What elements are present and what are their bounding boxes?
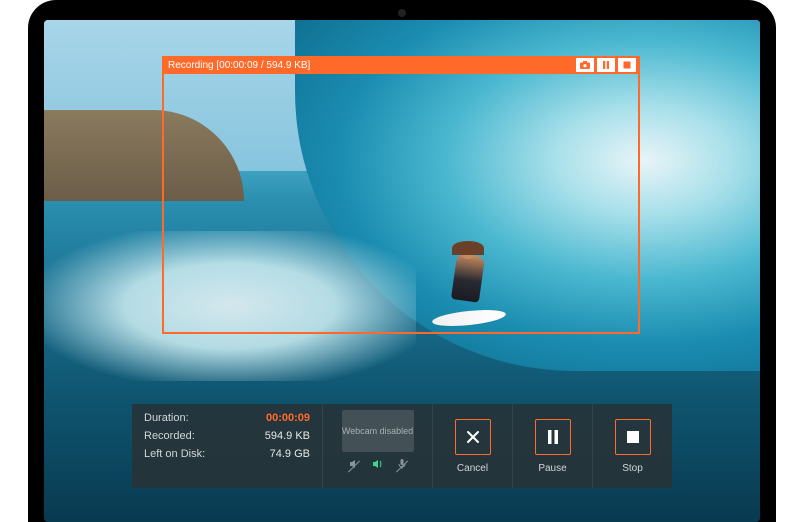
capture-bar-buttons bbox=[576, 58, 636, 72]
screenshot-button[interactable] bbox=[576, 58, 594, 72]
bar-pause-button[interactable] bbox=[597, 58, 615, 72]
pause-icon-box bbox=[535, 419, 571, 455]
stop-button[interactable]: Stop bbox=[592, 404, 672, 488]
stats-section: Duration: 00:00:09 Recorded: 594.9 KB Le… bbox=[132, 404, 322, 488]
cancel-icon-box bbox=[455, 419, 491, 455]
pause-label: Pause bbox=[538, 463, 566, 474]
cancel-label: Cancel bbox=[457, 463, 488, 474]
left-on-disk-label: Left on Disk: bbox=[144, 448, 205, 460]
recording-status-text: Recording [00:00:09 / 594.9 KB] bbox=[168, 60, 310, 71]
laptop-camera-dot bbox=[398, 9, 406, 17]
controls-section: Cancel Pause Stop bbox=[432, 404, 672, 488]
stop-label: Stop bbox=[622, 463, 643, 474]
microphone-toggle[interactable] bbox=[396, 458, 408, 473]
stat-duration: Duration: 00:00:09 bbox=[144, 412, 310, 424]
webcam-status-text: Webcam disabled bbox=[342, 426, 413, 437]
stop-icon bbox=[623, 61, 631, 69]
system-audio-toggle[interactable] bbox=[348, 458, 360, 473]
cancel-button[interactable]: Cancel bbox=[432, 404, 512, 488]
webcam-section: Webcam disabled bbox=[322, 404, 432, 488]
camera-icon bbox=[580, 61, 590, 69]
duration-value: 00:00:09 bbox=[266, 412, 310, 424]
speaker-icon bbox=[372, 458, 384, 470]
pause-icon bbox=[602, 61, 610, 69]
laptop-frame: Recording [00:00:09 / 594.9 KB] Duration… bbox=[28, 0, 776, 522]
screen: Recording [00:00:09 / 594.9 KB] Duration… bbox=[44, 20, 760, 522]
stop-icon bbox=[626, 430, 640, 444]
pause-icon bbox=[546, 429, 560, 445]
audio-toggle-row bbox=[348, 458, 408, 473]
stat-recorded: Recorded: 594.9 KB bbox=[144, 430, 310, 442]
bar-stop-button[interactable] bbox=[618, 58, 636, 72]
close-icon bbox=[465, 429, 481, 445]
recorded-value: 594.9 KB bbox=[265, 430, 310, 442]
left-on-disk-value: 74.9 GB bbox=[270, 448, 310, 460]
stat-left-on-disk: Left on Disk: 74.9 GB bbox=[144, 448, 310, 460]
system-audio-icon bbox=[348, 458, 360, 470]
recorded-label: Recorded: bbox=[144, 430, 195, 442]
stop-icon-box bbox=[615, 419, 651, 455]
capture-region-frame[interactable] bbox=[162, 72, 640, 334]
control-panel: Duration: 00:00:09 Recorded: 594.9 KB Le… bbox=[132, 404, 672, 488]
pause-button[interactable]: Pause bbox=[512, 404, 592, 488]
webcam-preview-disabled[interactable]: Webcam disabled bbox=[342, 410, 414, 452]
duration-label: Duration: bbox=[144, 412, 189, 424]
speaker-toggle[interactable] bbox=[372, 458, 384, 473]
microphone-icon bbox=[396, 458, 408, 470]
